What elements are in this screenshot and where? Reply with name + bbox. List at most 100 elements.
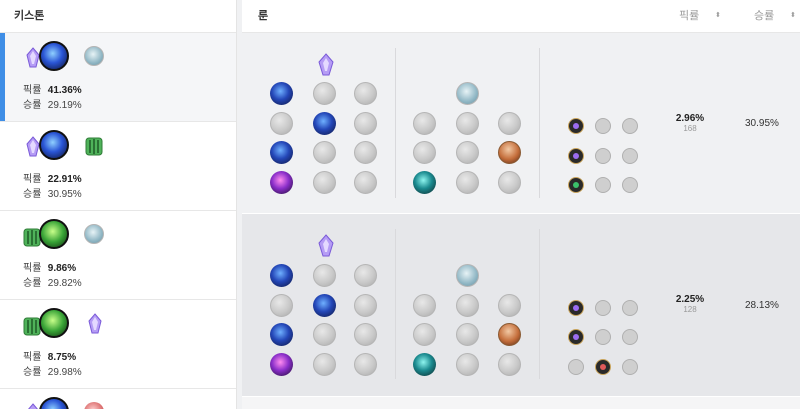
- magic-resist-shard-icon: [622, 329, 638, 345]
- pick-rate-value: 8.75%: [47, 352, 77, 363]
- keystone-item[interactable]: 픽률 8.75% 승률 29.98%: [0, 300, 236, 389]
- arcane-shard-icon: [88, 313, 102, 334]
- rune-icon: [498, 171, 521, 194]
- pick-rate-value: 22.91%: [47, 174, 82, 185]
- keystone-item[interactable]: [0, 389, 236, 409]
- keystone-item[interactable]: 픽률 41.36% 승률 29.19%: [0, 33, 236, 122]
- rune-icon: [456, 294, 479, 317]
- row-pick-rate: 2.96% 168: [662, 113, 718, 133]
- row-win-rate: 28.13%: [745, 300, 779, 311]
- win-rate-value: 29.82%: [47, 278, 82, 289]
- keystone-stats: 픽률 22.91% 승률 30.95%: [23, 172, 82, 202]
- rune-icon: [313, 141, 336, 164]
- rune-table-header: 룬 픽률 ⬍ 승률 ⬍: [242, 0, 800, 33]
- win-rate-label: 승률: [23, 278, 42, 289]
- rune-icon: [354, 294, 377, 317]
- rune-icon: [354, 171, 377, 194]
- rune-icon: [354, 353, 377, 376]
- rune-icon: [313, 353, 336, 376]
- rune-icon: [456, 353, 479, 376]
- adaptive-shard-icon: [568, 300, 584, 316]
- rune-icon: [456, 112, 479, 135]
- pick-rate-label: 픽률: [23, 352, 42, 363]
- keystone-rune-icon: [270, 82, 293, 105]
- rune-icon: [498, 353, 521, 376]
- resolve-rune-icon: [85, 137, 103, 156]
- divider: [539, 48, 540, 198]
- selected-rune-icon: [498, 323, 521, 346]
- keystone-green-icon: [39, 308, 69, 338]
- rune-icon: [270, 112, 293, 135]
- keystone-blue-icon: [39, 41, 69, 71]
- selected-rune-icon: [313, 112, 336, 135]
- rune-icon: [413, 141, 436, 164]
- rune-icon: [456, 323, 479, 346]
- rune-icon: [354, 141, 377, 164]
- selected-rune-icon: [270, 353, 293, 376]
- cdr-shard-icon: [622, 118, 638, 134]
- pick-rate-label: 픽률: [23, 263, 42, 274]
- rune-icon: [354, 264, 377, 287]
- selected-rune-icon: [270, 323, 293, 346]
- pick-rate-value: 2.96%: [675, 113, 705, 124]
- rune-icon: [456, 171, 479, 194]
- win-rate-column-header[interactable]: 승률: [754, 0, 774, 32]
- rune-icon: [413, 112, 436, 135]
- rune-table: 룬 픽률 ⬍ 승률 ⬍ 2.96% 168 30.95% 2.25% 128 2…: [242, 0, 800, 409]
- sorcery-tree-icon: [318, 53, 334, 76]
- selected-rune-icon: [413, 353, 436, 376]
- pick-rate-label: 픽률: [23, 174, 42, 185]
- health-shard-icon: [568, 359, 584, 375]
- win-rate-value: 30.95%: [47, 189, 82, 200]
- shield-rune-icon: [84, 46, 104, 66]
- keystone-stats: 픽률 41.36% 승률 29.19%: [23, 83, 82, 113]
- health-shard-icon: [568, 177, 584, 193]
- keystone-item[interactable]: 픽률 22.91% 승률 30.95%: [0, 122, 236, 211]
- selected-indicator: [0, 33, 5, 121]
- rune-icon: [313, 264, 336, 287]
- divider: [395, 229, 396, 379]
- sort-icon[interactable]: ⬍: [715, 0, 721, 32]
- pick-count: 128: [683, 305, 697, 314]
- adaptive-shard-icon: [568, 118, 584, 134]
- armor-shard-icon: [595, 148, 611, 164]
- rune-page-row[interactable]: 2.25% 128 28.13%: [242, 214, 800, 396]
- keystone-blue-icon: [39, 397, 69, 409]
- win-rate-value: 29.19%: [47, 100, 82, 111]
- rune-page-row[interactable]: 2.96% 168 30.95%: [242, 33, 800, 213]
- pick-rate-value: 2.25%: [675, 294, 705, 305]
- rune-icon: [456, 141, 479, 164]
- keystone-item[interactable]: 픽률 9.86% 승률 29.82%: [0, 211, 236, 300]
- row-win-rate: 30.95%: [745, 118, 779, 129]
- rune-icon: [354, 82, 377, 105]
- keystone-rune-icon: [270, 264, 293, 287]
- row-pick-rate: 2.25% 128: [662, 294, 718, 314]
- pick-rate-value: 9.86%: [47, 263, 77, 274]
- magic-resist-shard-icon: [622, 359, 638, 375]
- rune-icon: [354, 323, 377, 346]
- keystone-stats: 픽률 9.86% 승률 29.82%: [23, 261, 82, 291]
- rune-icon: [270, 294, 293, 317]
- sort-icon[interactable]: ⬍: [790, 0, 796, 32]
- selected-rune-icon: [270, 171, 293, 194]
- rune-page-row[interactable]: [242, 397, 800, 409]
- shield-rune-icon: [84, 224, 104, 244]
- magic-resist-shard-icon: [622, 148, 638, 164]
- keystone-panel: 키스톤 픽률 41.36% 승률 29.19% 픽률 22.91% 승률 30.…: [0, 0, 237, 409]
- pick-rate-column-header[interactable]: 픽률: [679, 0, 699, 32]
- win-rate-label: 승률: [23, 189, 42, 200]
- keystone-blue-icon: [39, 130, 69, 160]
- keystone-header: 키스톤: [0, 0, 236, 33]
- attack-speed-shard-icon: [595, 118, 611, 134]
- magic-resist-shard-icon: [622, 177, 638, 193]
- rune-icon: [498, 112, 521, 135]
- red-rune-icon: [84, 402, 104, 409]
- armor-shard-icon: [595, 329, 611, 345]
- pick-count: 168: [683, 124, 697, 133]
- keystone-stats: 픽률 8.75% 승률 29.98%: [23, 350, 82, 380]
- rune-icon: [413, 294, 436, 317]
- rune-icon: [313, 171, 336, 194]
- divider: [395, 48, 396, 198]
- keystone-green-icon: [39, 219, 69, 249]
- win-rate-value: 29.98%: [47, 367, 82, 378]
